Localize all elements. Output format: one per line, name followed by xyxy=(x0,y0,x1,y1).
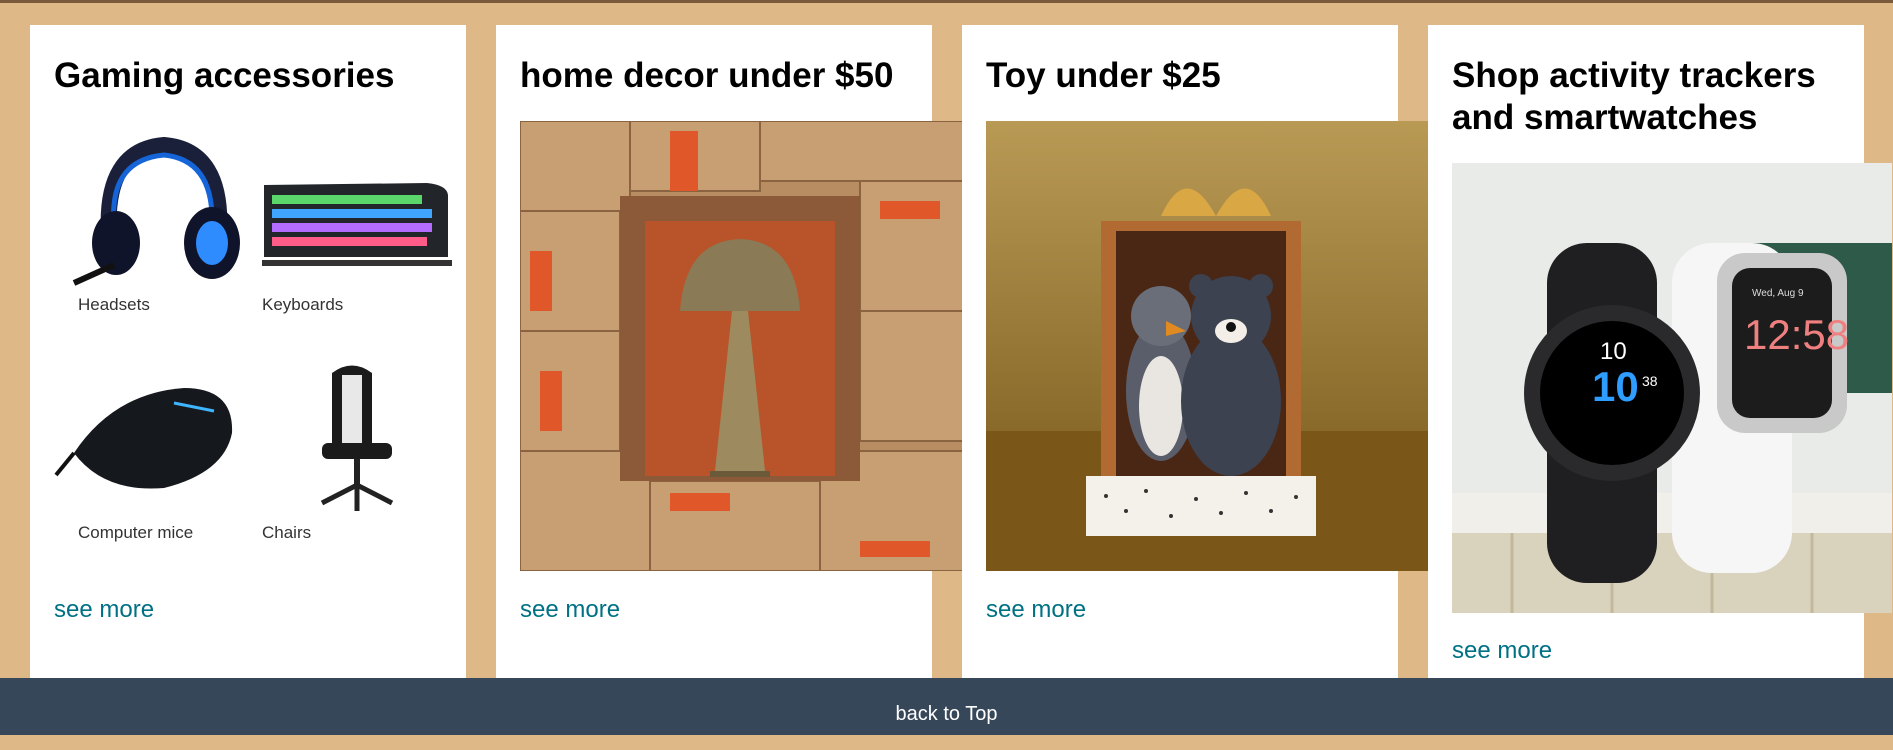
smartwatches-image[interactable]: Wed, Aug 9 12:58 10 10 38 xyxy=(1452,163,1892,613)
top-divider xyxy=(0,0,1893,3)
lamp-in-boxes-image[interactable] xyxy=(520,121,964,571)
card-smartwatches: Shop activity trackers and smartwatches … xyxy=(1428,25,1892,678)
card-title: Shop activity trackers and smartwatches xyxy=(1452,56,1816,137)
grid-item-keyboards[interactable]: Keyboards xyxy=(262,125,462,335)
item-label: Keyboards xyxy=(262,295,344,314)
keyboard-icon xyxy=(262,183,452,266)
watch-time: 12:58 xyxy=(1744,311,1850,358)
plush-toys-gift-box-image[interactable] xyxy=(986,121,1430,571)
gaming-chair-icon xyxy=(320,365,394,511)
footer-bar: back to Top xyxy=(0,678,1893,735)
mouse-icon xyxy=(54,388,233,489)
card-home-decor: home decor under $50 see more xyxy=(496,25,964,678)
watch2-seconds: 38 xyxy=(1642,373,1658,389)
item-label: Chairs xyxy=(262,523,312,542)
back-to-top-link[interactable]: back to Top xyxy=(896,703,998,725)
card-title: Toy under $25 xyxy=(986,56,1221,95)
item-label: Headsets xyxy=(78,295,150,314)
see-more-link[interactable]: see more xyxy=(1452,637,1552,665)
see-more-link[interactable]: see more xyxy=(986,596,1086,624)
card-toys: Toy under $25 see more xyxy=(962,25,1430,678)
watch2-time: 10 xyxy=(1600,338,1627,365)
grid-item-chairs[interactable]: Chairs xyxy=(262,353,462,563)
headset-icon xyxy=(72,136,240,286)
card-title: Gaming accessories xyxy=(54,56,395,95)
grid-item-headsets[interactable]: Headsets xyxy=(54,125,254,335)
item-label: Computer mice xyxy=(78,523,194,542)
watch2-big: 10 xyxy=(1592,363,1639,410)
smartwatches-illustration xyxy=(1452,163,1892,613)
watch-day: Wed, Aug 9 xyxy=(1752,288,1804,299)
grid-item-computer-mice[interactable]: Computer mice xyxy=(54,353,254,563)
card-title: home decor under $50 xyxy=(520,56,894,95)
card-gaming-accessories: Gaming accessories Headsets Keyboards Co… xyxy=(30,25,466,678)
see-more-link[interactable]: see more xyxy=(520,596,620,624)
see-more-link[interactable]: see more xyxy=(54,596,154,624)
